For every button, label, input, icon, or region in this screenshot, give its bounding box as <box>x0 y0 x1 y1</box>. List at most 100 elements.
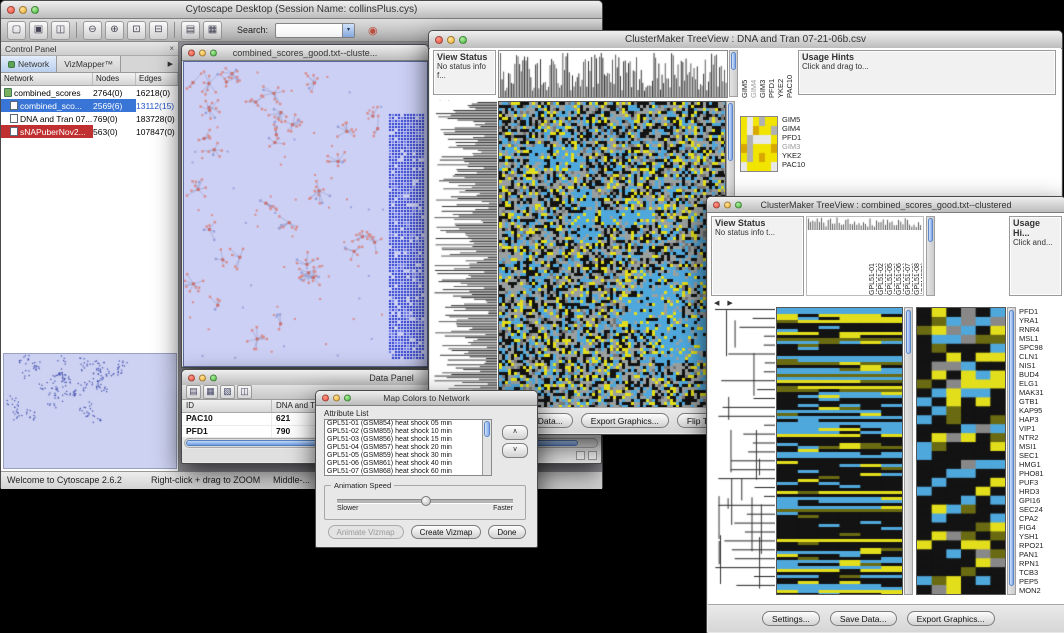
column-header-network[interactable]: Network <box>1 73 93 85</box>
gene-label[interactable]: KAP95 <box>1019 406 1063 415</box>
column-dendrogram-canvas[interactable] <box>498 50 728 98</box>
network-view-titlebar[interactable]: combined_scores_good.txt--cluste... <box>182 45 428 61</box>
gene-label[interactable]: ELG1 <box>1019 379 1063 388</box>
zoom-out-icon[interactable]: ⊖ <box>83 21 102 40</box>
zoom-window-icon[interactable] <box>31 6 39 14</box>
annotation-icon[interactable]: ◉ <box>368 24 378 37</box>
vertical-scrollbar[interactable] <box>926 216 935 296</box>
attribute-list-item[interactable]: GPL51-04 (GSM857) heat shock 20 min <box>325 444 491 452</box>
minimize-icon[interactable] <box>19 6 27 14</box>
main-titlebar[interactable]: Cytoscape Desktop (Session Name: collins… <box>1 1 602 19</box>
attribute-list-item[interactable]: GPL51-02 (GSM855) heat shock 10 min <box>325 428 491 436</box>
gene-label[interactable]: MSI1 <box>1019 442 1063 451</box>
network-overview-icon[interactable]: ▦ <box>203 21 222 40</box>
gene-label[interactable]: TCB3 <box>1019 568 1063 577</box>
gene-label[interactable]: SPC98 <box>1019 343 1063 352</box>
gene-label[interactable]: PUF3 <box>1019 478 1063 487</box>
scrollbar-thumb[interactable] <box>731 52 736 70</box>
gene-label[interactable]: PFD1 <box>1019 307 1063 316</box>
gene-label[interactable]: HRD3 <box>1019 487 1063 496</box>
scrollbar-thumb[interactable] <box>484 421 490 437</box>
network-overview-canvas[interactable] <box>3 353 177 469</box>
minimize-icon[interactable] <box>447 36 455 44</box>
dialog-titlebar[interactable]: Map Colors to Network <box>316 391 537 406</box>
search-combobox[interactable]: ▾ <box>275 23 355 38</box>
close-icon[interactable] <box>7 6 15 14</box>
animate-vizmap-button[interactable]: Animate Vizmap <box>328 525 404 539</box>
new-session-icon[interactable]: ▢ <box>7 21 26 40</box>
search-input[interactable] <box>277 24 341 37</box>
gene-label[interactable]: NIS1 <box>1019 361 1063 370</box>
attribute-browser-icon[interactable]: ▤ <box>181 21 200 40</box>
tab-vizmapper[interactable]: VizMapper™ <box>57 56 121 72</box>
treeview1-titlebar[interactable]: ClusterMaker TreeView : DNA and Tran 07-… <box>429 31 1062 49</box>
move-up-button[interactable]: ∧ <box>502 425 528 440</box>
heatmap-canvas[interactable] <box>498 101 726 408</box>
export-graphics-button[interactable]: Export Graphics... <box>581 413 669 428</box>
attribute-list-item[interactable]: GPL51-06 (GSM861) heat shock 40 min <box>325 460 491 468</box>
import-attributes-icon[interactable]: ◫ <box>237 385 252 399</box>
vertical-scrollbar[interactable] <box>482 420 491 475</box>
attribute-list-item[interactable]: GPL51-03 (GSM856) heat shock 15 min <box>325 436 491 444</box>
gene-label[interactable]: SEC1 <box>1019 451 1063 460</box>
network-list-item[interactable]: DNA and Tran 07...769(0)183728(0) <box>1 112 178 125</box>
vertical-scrollbar[interactable] <box>1007 307 1016 595</box>
zoom-heatmap-canvas[interactable] <box>916 307 1006 595</box>
heatmap-canvas[interactable] <box>776 307 903 595</box>
gene-label[interactable]: RNR4 <box>1019 325 1063 334</box>
close-icon[interactable] <box>713 201 720 208</box>
slider-thumb[interactable] <box>421 496 431 506</box>
export-graphics-button[interactable]: Export Graphics... <box>907 611 995 626</box>
attribute-list-item[interactable]: GPL51-01 (GSM854) heat shock 05 min <box>325 420 491 428</box>
close-icon[interactable] <box>435 36 443 44</box>
network-list-item[interactable]: combined_sco...2569(6)13112(15) <box>1 99 178 112</box>
gene-label[interactable]: VIP1 <box>1019 424 1063 433</box>
row-dendrogram-canvas[interactable] <box>432 101 497 406</box>
create-attribute-icon[interactable]: ▦ <box>203 385 218 399</box>
vertical-scrollbar[interactable] <box>729 50 738 97</box>
gene-label[interactable]: BUD4 <box>1019 370 1063 379</box>
scrollbar-thumb[interactable] <box>728 103 733 161</box>
row-dendrogram-canvas[interactable] <box>711 307 775 593</box>
network-list-item[interactable]: sNAPuberNov2...563(0)107847(0) <box>1 125 178 138</box>
done-button[interactable]: Done <box>488 525 525 539</box>
close-icon[interactable]: × <box>169 44 174 53</box>
column-header-id[interactable]: ID <box>182 400 272 412</box>
gene-label[interactable]: RPN1 <box>1019 559 1063 568</box>
zoom-window-icon[interactable] <box>210 374 217 381</box>
gene-label[interactable]: SEC24 <box>1019 505 1063 514</box>
close-icon[interactable] <box>188 374 195 381</box>
move-down-button[interactable]: ∨ <box>502 443 528 458</box>
gene-label[interactable]: PEP5 <box>1019 577 1063 586</box>
chevron-down-icon[interactable]: ▾ <box>342 24 354 37</box>
zoom-selected-icon[interactable]: ⊟ <box>149 21 168 40</box>
create-vizmap-button[interactable]: Create Vizmap <box>411 525 482 539</box>
column-header-nodes[interactable]: Nodes <box>93 73 136 85</box>
scrollbar-thumb[interactable] <box>1009 310 1014 586</box>
gene-label[interactable]: YRA1 <box>1019 316 1063 325</box>
scrollbar-thumb[interactable] <box>906 310 911 354</box>
gene-label[interactable]: MAK31 <box>1019 388 1063 397</box>
gene-label[interactable]: HMG1 <box>1019 460 1063 469</box>
column-dendrogram-canvas[interactable] <box>807 217 923 230</box>
gene-label[interactable]: MON2 <box>1019 586 1063 595</box>
close-icon[interactable] <box>322 395 329 402</box>
attribute-list-item[interactable]: GPL51-07 (GSM868) heat shock 60 min <box>325 468 491 476</box>
minimize-icon[interactable] <box>724 201 731 208</box>
zoom-window-icon[interactable] <box>210 49 217 56</box>
more-tabs-icon[interactable]: ▶ <box>163 56 178 72</box>
nav-left-icon[interactable]: ◀ <box>714 300 722 307</box>
mini-heatmap-canvas[interactable] <box>740 116 778 172</box>
tab-network[interactable]: Network <box>1 56 57 72</box>
network-list-item[interactable]: combined_scores2764(0)16218(0) <box>1 86 178 99</box>
delete-attribute-icon[interactable]: ▧ <box>220 385 235 399</box>
scrollbar-thumb[interactable] <box>928 218 933 242</box>
minimize-icon[interactable] <box>199 374 206 381</box>
zoom-window-icon[interactable] <box>735 201 742 208</box>
minimize-icon[interactable] <box>199 49 206 56</box>
treeview2-titlebar[interactable]: ClusterMaker TreeView : combined_scores_… <box>707 197 1064 213</box>
gene-label[interactable]: CPA2 <box>1019 514 1063 523</box>
column-header-edges[interactable]: Edges <box>136 73 178 85</box>
gene-label[interactable]: PAN1 <box>1019 550 1063 559</box>
zoom-window-icon[interactable] <box>344 395 351 402</box>
